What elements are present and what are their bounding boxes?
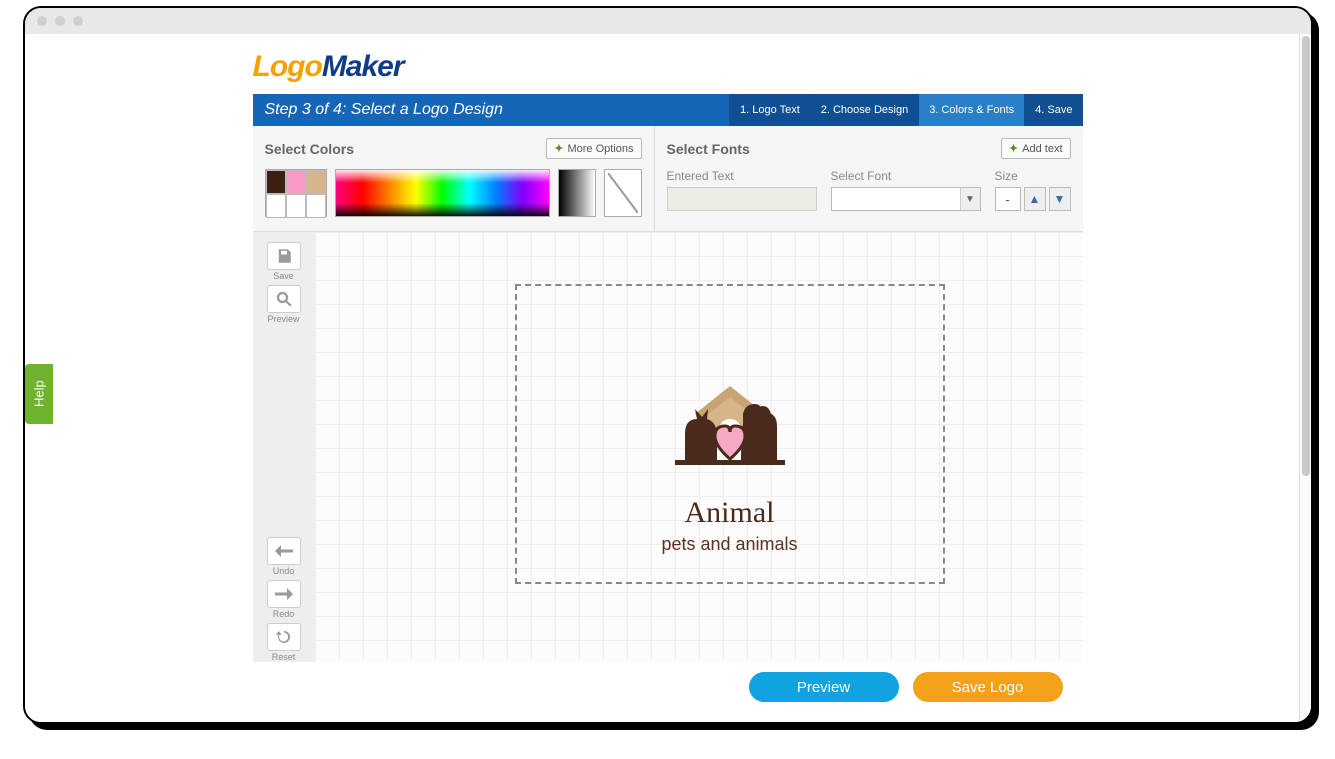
step-bar: Step 3 of 4: Select a Logo Design 1. Log… bbox=[253, 94, 1083, 126]
option-panels: Select Colors ✦ More Options bbox=[253, 126, 1083, 232]
color-spectrum[interactable] bbox=[335, 169, 550, 217]
scrollbar[interactable] bbox=[1299, 34, 1311, 722]
font-select[interactable]: ▼ bbox=[831, 187, 981, 211]
tool-rail: Save Preview Undo bbox=[253, 232, 315, 662]
browser-frame: Help LogoMaker Step 3 of 4: Select a Log… bbox=[23, 6, 1313, 724]
logo-artwork[interactable] bbox=[645, 364, 815, 484]
plus-icon: ✦ bbox=[554, 142, 563, 155]
reset-icon bbox=[267, 623, 301, 651]
window-titlebar bbox=[25, 8, 1311, 34]
brand-part-a: Logo bbox=[253, 50, 322, 83]
save-tool[interactable]: Save bbox=[262, 242, 306, 281]
design-canvas[interactable]: Animal pets and animals bbox=[315, 232, 1083, 662]
arrow-right-icon bbox=[267, 580, 301, 608]
tab-choose-design[interactable]: 2. Choose Design bbox=[810, 94, 918, 126]
workspace: Save Preview Undo bbox=[253, 232, 1083, 662]
swatch[interactable] bbox=[266, 194, 286, 218]
no-fill-swatch[interactable] bbox=[604, 169, 642, 217]
size-value: - bbox=[995, 187, 1021, 211]
brand-logo: LogoMaker bbox=[253, 44, 1083, 94]
plus-icon: ✦ bbox=[1009, 142, 1018, 155]
viewport: Help LogoMaker Step 3 of 4: Select a Log… bbox=[25, 34, 1311, 722]
size-down-button[interactable]: ▼ bbox=[1049, 187, 1071, 211]
preview-tool[interactable]: Preview bbox=[262, 285, 306, 324]
color-picker-row bbox=[265, 169, 642, 217]
redo-tool[interactable]: Redo bbox=[262, 580, 306, 619]
footer-buttons: Preview Save Logo bbox=[253, 662, 1083, 708]
brand-part-b: Maker bbox=[322, 50, 404, 83]
help-tab[interactable]: Help bbox=[25, 364, 53, 424]
tab-save[interactable]: 4. Save bbox=[1024, 94, 1082, 126]
selection-bounding-box[interactable]: Animal pets and animals bbox=[515, 284, 945, 584]
redo-tool-label: Redo bbox=[273, 609, 295, 619]
magnifier-icon bbox=[267, 285, 301, 313]
colors-panel: Select Colors ✦ More Options bbox=[253, 126, 654, 231]
preview-tool-label: Preview bbox=[267, 314, 299, 324]
undo-tool[interactable]: Undo bbox=[262, 537, 306, 576]
colors-title: Select Colors bbox=[265, 141, 354, 157]
swatch[interactable] bbox=[306, 170, 326, 194]
swatch[interactable] bbox=[306, 194, 326, 218]
preview-button[interactable]: Preview bbox=[749, 672, 899, 702]
more-options-label: More Options bbox=[567, 143, 633, 155]
save-logo-button[interactable]: Save Logo bbox=[913, 672, 1063, 702]
reset-tool[interactable]: Reset bbox=[262, 623, 306, 662]
scrollbar-thumb[interactable] bbox=[1302, 36, 1310, 476]
app: LogoMaker Step 3 of 4: Select a Logo Des… bbox=[253, 34, 1083, 722]
select-font-label: Select Font bbox=[831, 169, 981, 183]
arrow-left-icon bbox=[267, 537, 301, 565]
tab-colors-fonts[interactable]: 3. Colors & Fonts bbox=[918, 94, 1024, 126]
add-text-button[interactable]: ✦ Add text bbox=[1001, 138, 1071, 159]
logo-tagline-text[interactable]: pets and animals bbox=[517, 534, 943, 555]
fonts-title: Select Fonts bbox=[667, 141, 750, 157]
size-up-button[interactable]: ▲ bbox=[1024, 187, 1046, 211]
logo-title-text[interactable]: Animal bbox=[517, 496, 943, 530]
save-icon bbox=[267, 242, 301, 270]
window-dot bbox=[55, 16, 65, 26]
entered-text-label: Entered Text bbox=[667, 169, 817, 183]
save-tool-label: Save bbox=[273, 271, 294, 281]
chevron-down-icon: ▼ bbox=[960, 188, 980, 210]
swatch[interactable] bbox=[266, 170, 286, 194]
arrow-down-icon: ▼ bbox=[1054, 192, 1066, 206]
arrow-up-icon: ▲ bbox=[1029, 192, 1041, 206]
more-options-button[interactable]: ✦ More Options bbox=[546, 138, 641, 159]
tab-logo-text[interactable]: 1. Logo Text bbox=[729, 94, 810, 126]
swatch-grid[interactable] bbox=[265, 169, 327, 217]
add-text-label: Add text bbox=[1022, 143, 1062, 155]
swatch[interactable] bbox=[286, 170, 306, 194]
window-dot bbox=[73, 16, 83, 26]
entered-text-input[interactable] bbox=[667, 187, 817, 211]
swatch[interactable] bbox=[286, 194, 306, 218]
undo-tool-label: Undo bbox=[273, 566, 295, 576]
greyscale-gradient[interactable] bbox=[558, 169, 596, 217]
step-title: Step 3 of 4: Select a Logo Design bbox=[253, 101, 730, 119]
fonts-panel: Select Fonts ✦ Add text Entered Text Sel… bbox=[654, 126, 1083, 231]
reset-tool-label: Reset bbox=[272, 652, 296, 662]
size-label: Size bbox=[995, 169, 1071, 183]
window-dot bbox=[37, 16, 47, 26]
